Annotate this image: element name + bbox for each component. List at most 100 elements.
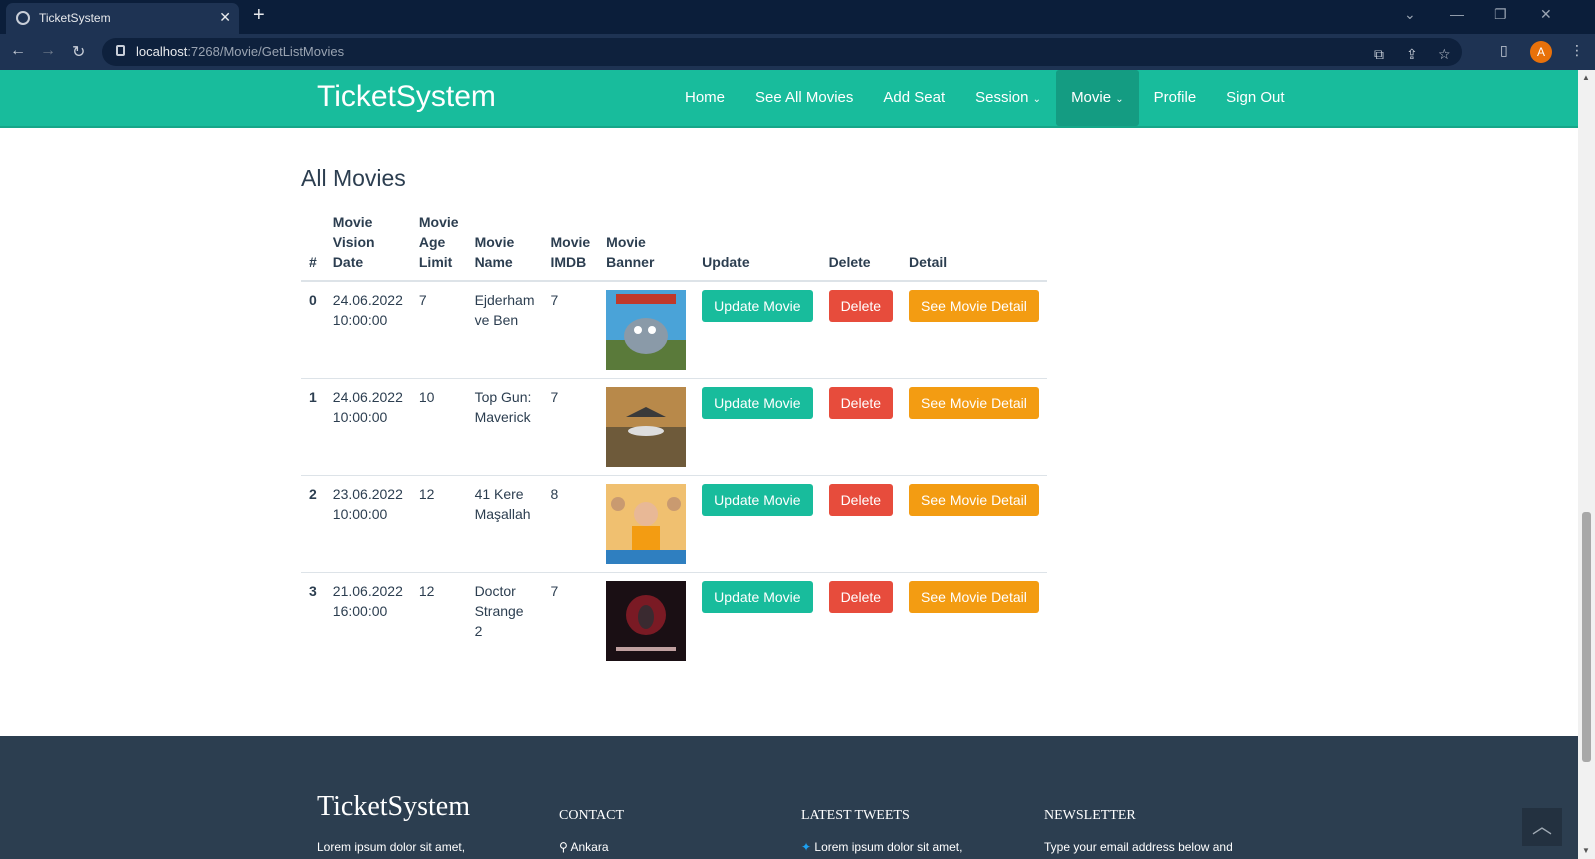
chevron-up-icon: ︿ bbox=[1532, 816, 1552, 838]
update-movie-button[interactable]: Update Movie bbox=[702, 290, 813, 322]
site-navbar: TicketSystem Home See All Movies Add Sea… bbox=[0, 70, 1578, 128]
row-index: 1 bbox=[301, 378, 325, 476]
table-row: 3 21.06.2022 16:00:00 12 Doctor Strange … bbox=[301, 572, 1047, 670]
col-age-limit: Movie Age Limit bbox=[410, 208, 467, 282]
movie-name: Top Gun: Maverick bbox=[466, 378, 543, 476]
see-movie-detail-button[interactable]: See Movie Detail bbox=[909, 581, 1039, 613]
nav-add-seat[interactable]: Add Seat bbox=[868, 70, 960, 126]
row-index: 2 bbox=[301, 475, 325, 573]
age-limit: 7 bbox=[410, 280, 467, 379]
url-field[interactable]: localhost:7268/Movie/GetListMovies ⧉ ⇪ ☆ bbox=[102, 38, 1462, 66]
age-limit: 12 bbox=[410, 572, 467, 670]
nav-profile[interactable]: Profile bbox=[1139, 70, 1212, 126]
page-title: All Movies bbox=[301, 165, 406, 191]
age-limit: 10 bbox=[410, 378, 467, 476]
movie-name: Doctor Strange 2 bbox=[466, 572, 543, 670]
col-imdb: Movie IMDB bbox=[542, 208, 599, 282]
footer-tweet: ✦ Lorem ipsum dolor sit amet, bbox=[801, 840, 963, 854]
movie-banner-image bbox=[606, 290, 687, 370]
movie-name: 41 Kere Maşallah bbox=[466, 475, 543, 573]
vision-date: 23.06.2022 10:00:00 bbox=[324, 475, 411, 573]
imdb-score: 7 bbox=[542, 572, 599, 670]
footer-newsletter-title: NEWSLETTER bbox=[1044, 808, 1136, 823]
imdb-score: 7 bbox=[542, 280, 599, 379]
col-update: Update bbox=[694, 208, 821, 282]
nav-links: Home See All Movies Add Seat Session ⌄ M… bbox=[670, 70, 1300, 126]
see-movie-detail-button[interactable]: See Movie Detail bbox=[909, 387, 1039, 419]
browser-tab[interactable]: TicketSystem ✕ bbox=[6, 3, 239, 34]
nav-movie[interactable]: Movie ⌄ bbox=[1056, 70, 1139, 126]
movie-banner-image bbox=[606, 387, 687, 467]
restore-icon[interactable]: ❐ bbox=[1494, 6, 1507, 23]
nav-session[interactable]: Session ⌄ bbox=[960, 70, 1056, 126]
side-panel-icon[interactable]: ▯ bbox=[1500, 42, 1508, 59]
imdb-score: 7 bbox=[542, 378, 599, 476]
movies-table: # Movie Vision Date Movie Age Limit Movi… bbox=[301, 208, 1047, 670]
age-limit: 12 bbox=[410, 475, 467, 573]
imdb-score: 8 bbox=[542, 475, 599, 573]
footer-tweets-title: LATEST TWEETS bbox=[801, 808, 910, 823]
close-tab-icon[interactable]: ✕ bbox=[219, 9, 231, 26]
tab-search-icon[interactable]: ⌄ bbox=[1404, 6, 1416, 23]
row-index: 0 bbox=[301, 280, 325, 379]
delete-movie-button[interactable]: Delete bbox=[828, 581, 894, 613]
delete-movie-button[interactable]: Delete bbox=[828, 387, 894, 419]
movie-banner-image bbox=[606, 484, 687, 564]
update-movie-button[interactable]: Update Movie bbox=[702, 484, 813, 516]
profile-avatar[interactable]: A bbox=[1530, 41, 1552, 63]
translate-icon[interactable]: ⧉ bbox=[1374, 46, 1384, 63]
col-banner: Movie Banner bbox=[598, 208, 695, 282]
reload-icon[interactable]: ↻ bbox=[72, 42, 85, 62]
see-movie-detail-button[interactable]: See Movie Detail bbox=[909, 484, 1039, 516]
address-bar: ← → ↻ localhost:7268/Movie/GetListMovies… bbox=[0, 34, 1595, 70]
site-footer: TicketSystem Lorem ipsum dolor sit amet,… bbox=[0, 736, 1578, 859]
browser-tab-bar: TicketSystem ✕ + ⌄ — ❐ ✕ bbox=[0, 0, 1595, 34]
nav-sign-out[interactable]: Sign Out bbox=[1211, 70, 1299, 126]
table-row: 2 23.06.2022 10:00:00 12 41 Kere Maşalla… bbox=[301, 475, 1047, 573]
lock-icon bbox=[116, 45, 125, 56]
footer-brand: TicketSystem bbox=[317, 791, 470, 822]
see-movie-detail-button[interactable]: See Movie Detail bbox=[909, 290, 1039, 322]
vision-date: 24.06.2022 10:00:00 bbox=[324, 378, 411, 476]
vision-date: 24.06.2022 10:00:00 bbox=[324, 280, 411, 379]
table-row: 0 24.06.2022 10:00:00 7 Ejderham ve Ben … bbox=[301, 280, 1047, 379]
site-brand[interactable]: TicketSystem bbox=[317, 80, 496, 114]
col-detail: Detail bbox=[901, 208, 1047, 282]
back-to-top-button[interactable]: ︿ bbox=[1522, 808, 1562, 846]
minimize-icon[interactable]: — bbox=[1450, 6, 1464, 22]
scrollbar-thumb[interactable] bbox=[1582, 512, 1591, 762]
nav-see-all-movies[interactable]: See All Movies bbox=[740, 70, 868, 126]
update-movie-button[interactable]: Update Movie bbox=[702, 581, 813, 613]
update-movie-button[interactable]: Update Movie bbox=[702, 387, 813, 419]
close-window-icon[interactable]: ✕ bbox=[1540, 6, 1552, 23]
footer-newsletter-text: Type your email address below and bbox=[1044, 840, 1233, 854]
delete-movie-button[interactable]: Delete bbox=[828, 290, 894, 322]
delete-movie-button[interactable]: Delete bbox=[828, 484, 894, 516]
forward-icon[interactable]: → bbox=[40, 42, 56, 60]
nav-home[interactable]: Home bbox=[670, 70, 740, 126]
footer-contact-city: ⚲ Ankara bbox=[559, 840, 609, 854]
globe-icon bbox=[16, 11, 30, 25]
new-tab-icon[interactable]: + bbox=[253, 4, 265, 27]
back-icon[interactable]: ← bbox=[10, 42, 26, 60]
footer-contact-title: CONTACT bbox=[559, 808, 624, 823]
movie-banner-image bbox=[606, 581, 687, 661]
url-text: localhost:7268/Movie/GetListMovies bbox=[136, 44, 345, 59]
scroll-up-icon[interactable]: ▲ bbox=[1582, 73, 1590, 82]
map-pin-icon: ⚲ bbox=[559, 840, 568, 854]
col-name: Movie Name bbox=[466, 208, 543, 282]
page-scrollbar[interactable]: ▲ ▼ bbox=[1578, 70, 1595, 859]
footer-brand-text: Lorem ipsum dolor sit amet, bbox=[317, 840, 466, 854]
scroll-down-icon[interactable]: ▼ bbox=[1582, 846, 1590, 855]
tab-title: TicketSystem bbox=[39, 11, 111, 25]
chevron-down-icon: ⌄ bbox=[1032, 94, 1042, 105]
movie-name: Ejderham ve Ben bbox=[466, 280, 543, 379]
col-delete: Delete bbox=[820, 208, 902, 282]
table-row: 1 24.06.2022 10:00:00 10 Top Gun: Maveri… bbox=[301, 378, 1047, 476]
share-icon[interactable]: ⇪ bbox=[1406, 46, 1418, 63]
star-icon[interactable]: ☆ bbox=[1438, 46, 1451, 63]
menu-icon[interactable]: ⋮ bbox=[1570, 42, 1584, 59]
row-index: 3 bbox=[301, 572, 325, 670]
col-index: # bbox=[301, 208, 325, 282]
vision-date: 21.06.2022 16:00:00 bbox=[324, 572, 411, 670]
